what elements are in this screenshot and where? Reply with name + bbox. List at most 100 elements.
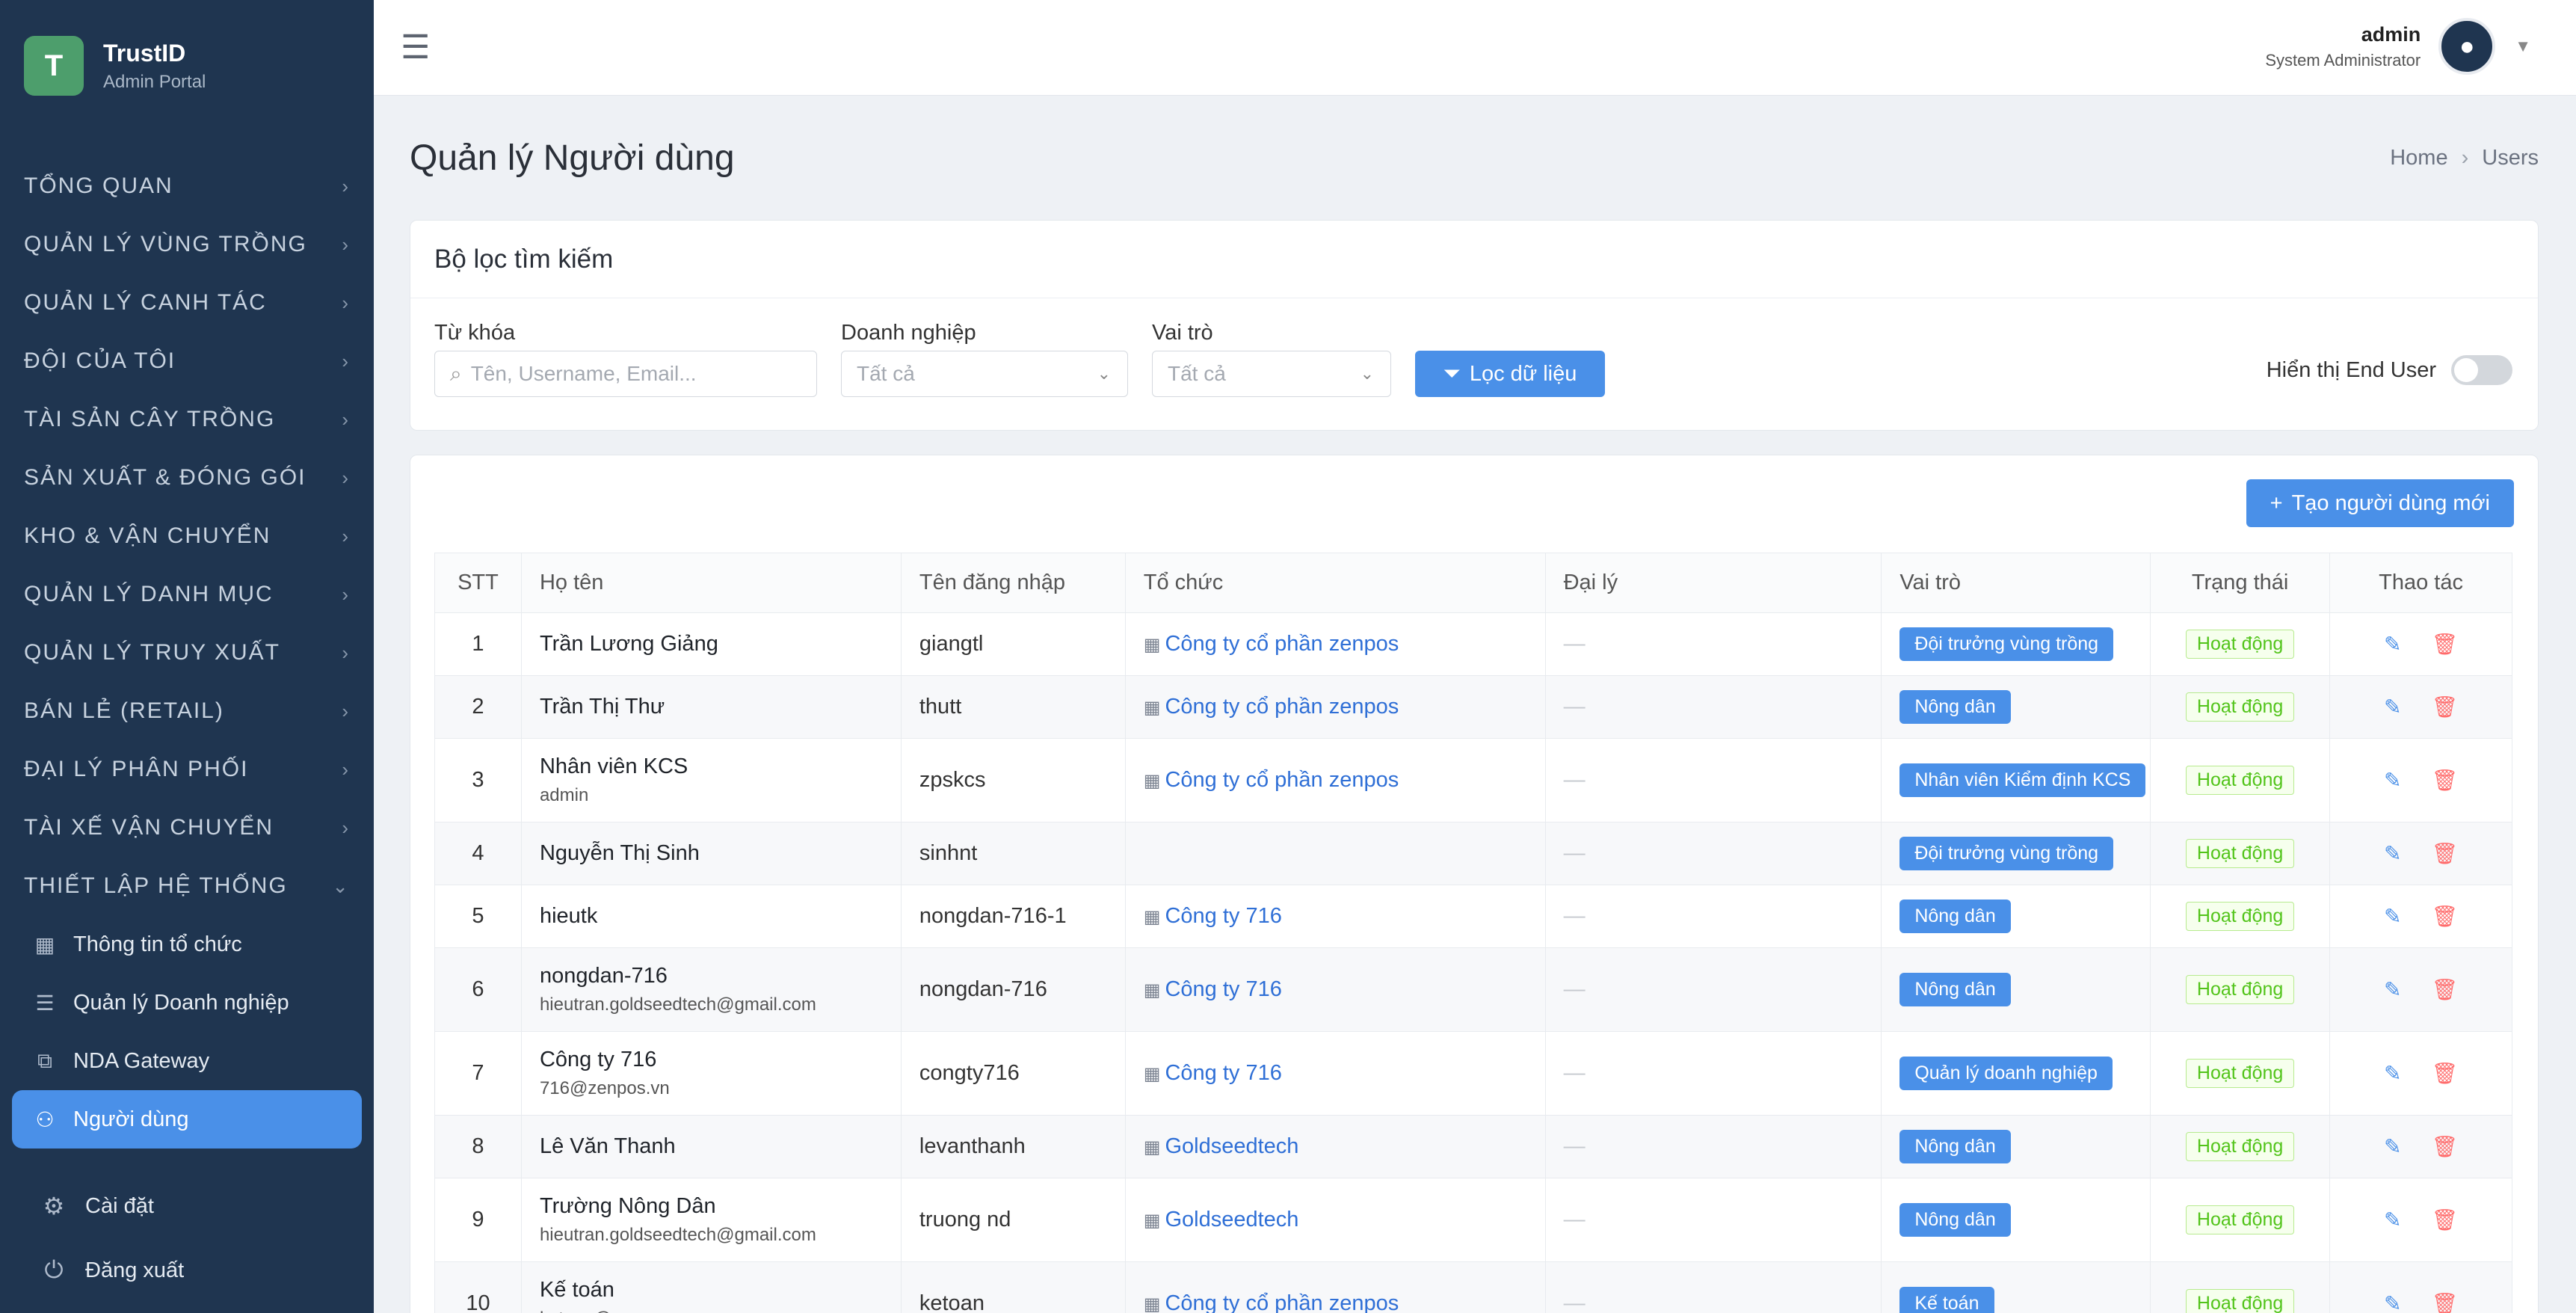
- nav-group-growing-area[interactable]: QUẢN LÝ VÙNG TRỒNG ›: [0, 215, 374, 274]
- brand[interactable]: T TrustID Admin Portal: [0, 0, 374, 132]
- edit-icon[interactable]: ✎: [2384, 633, 2401, 656]
- create-user-button[interactable]: + Tạo người dùng mới: [2246, 479, 2514, 527]
- edit-icon[interactable]: ✎: [2384, 1208, 2401, 1231]
- row-organization-link[interactable]: ▦ Công ty cổ phần zenpos: [1144, 695, 1399, 719]
- nav-group-cultivation[interactable]: QUẢN LÝ CANH TÁC ›: [0, 274, 374, 332]
- row-name-cell: Nhân viên KCS admin: [520, 738, 902, 822]
- row-role-cell: Nông dân: [1881, 1178, 2151, 1262]
- filter-icon: ⏷: [1443, 361, 1461, 386]
- avatar[interactable]: ●: [2438, 18, 2496, 75]
- edit-icon[interactable]: ✎: [2384, 978, 2401, 1001]
- sidebar-item-users[interactable]: ⚇ Người dùng: [12, 1090, 362, 1149]
- row-name-cell: Trường Nông Dân hieutran.goldseedtech@gma…: [520, 1178, 902, 1262]
- delete-icon[interactable]: 🗑: [2431, 633, 2458, 656]
- delete-icon[interactable]: 🗑: [2431, 769, 2458, 792]
- sidebar-item-nda-gateway[interactable]: ⧉ NDA Gateway: [0, 1032, 374, 1090]
- row-organization-link[interactable]: ▦ Goldseedtech: [1144, 1134, 1299, 1158]
- row-organization-cell: ▦ Công ty 716: [1124, 885, 1546, 948]
- edit-icon[interactable]: ✎: [2384, 695, 2401, 719]
- nav-group-distributor[interactable]: ĐẠI LÝ PHÂN PHỐI ›: [0, 740, 374, 799]
- row-status-cell: Hoạt động: [2150, 947, 2331, 1032]
- menu-toggle-icon[interactable]: ☰: [401, 28, 430, 67]
- row-organization-link[interactable]: ▦ Goldseedtech: [1144, 1208, 1299, 1231]
- nav-group-traceability[interactable]: QUẢN LÝ TRUY XUẤT ›: [0, 624, 374, 682]
- user-name: admin: [2361, 22, 2421, 46]
- edit-icon[interactable]: ✎: [2384, 769, 2401, 792]
- role-badge: Nông dân: [1899, 973, 2011, 1006]
- delete-icon[interactable]: 🗑: [2431, 842, 2458, 865]
- filter-button[interactable]: ⏷ Lọc dữ liệu: [1415, 351, 1605, 397]
- row-role-cell: Nông dân: [1881, 1115, 2151, 1178]
- company-label: Doanh nghiệp: [841, 321, 976, 345]
- row-name: Trần Thị Thư: [539, 695, 665, 719]
- role-badge: Nông dân: [1899, 690, 2011, 724]
- row-actions: ✎ 🗑: [2329, 1031, 2512, 1116]
- nav-group-system-settings[interactable]: THIẾT LẬP HỆ THỐNG ⌄: [0, 857, 374, 915]
- column-header-status[interactable]: Trạng thái: [2150, 553, 2331, 613]
- role-badge: Quản lý doanh nghiệp: [1899, 1057, 2113, 1090]
- delete-icon[interactable]: 🗑: [2431, 1135, 2458, 1158]
- row-name-cell: Nguyễn Thị Sinh: [520, 822, 902, 885]
- role-badge: Nông dân: [1899, 900, 2011, 933]
- delete-icon[interactable]: 🗑: [2431, 978, 2458, 1001]
- nav-group-my-team[interactable]: ĐỘI CỦA TÔI ›: [0, 332, 374, 390]
- company-select[interactable]: Tất cả ⌄: [841, 351, 1128, 397]
- settings-link[interactable]: ⚙ Cài đặt: [0, 1174, 374, 1238]
- edit-icon[interactable]: ✎: [2384, 1062, 2401, 1085]
- edit-icon[interactable]: ✎: [2384, 905, 2401, 928]
- nav-group-retail[interactable]: BÁN LẺ (RETAIL) ›: [0, 682, 374, 740]
- caret-down-icon[interactable]: ▼: [2515, 37, 2531, 56]
- status-badge: Hoạt động: [2185, 766, 2295, 795]
- row-name: Trần Lương Giảng: [539, 632, 718, 656]
- delete-icon[interactable]: 🗑: [2431, 1062, 2458, 1085]
- nav-group-crop-assets[interactable]: TÀI SẢN CÂY TRỒNG ›: [0, 390, 374, 449]
- table-row: 10 Kế toán ketoan@zenpos.vnketoan ▦Công ty …: [434, 1261, 2512, 1313]
- column-header-organization[interactable]: Tổ chức: [1124, 553, 1546, 613]
- edit-icon[interactable]: ✎: [2384, 1292, 2401, 1313]
- keyword-placeholder: Tên, Username, Email...: [470, 362, 697, 385]
- end-user-toggle[interactable]: [2451, 355, 2512, 385]
- delete-icon[interactable]: 🗑: [2431, 695, 2458, 719]
- row-organization-link[interactable]: ▦ Công ty 716: [1144, 1061, 1282, 1085]
- row-role-cell: Quản lý doanh nghiệp: [1881, 1031, 2151, 1116]
- search-icon: ⌕: [450, 361, 462, 385]
- nav-group-warehouse[interactable]: KHO & VẬN CHUYỂN ›: [0, 507, 374, 565]
- row-organization-link[interactable]: ▦ Công ty 716: [1144, 904, 1282, 928]
- row-stt: 6: [434, 947, 522, 1032]
- nav-group-driver[interactable]: TÀI XẾ VẬN CHUYỂN ›: [0, 799, 374, 857]
- nav-group-overview[interactable]: TỔNG QUAN ›: [0, 157, 374, 215]
- breadcrumb-home[interactable]: Home: [2390, 146, 2447, 170]
- column-header-username[interactable]: Tên đăng nhập: [900, 553, 1126, 613]
- row-organization-link[interactable]: ▦ Công ty cổ phần zenpos: [1144, 1291, 1399, 1313]
- edit-icon[interactable]: ✎: [2384, 842, 2401, 865]
- row-role-cell: Nông dân: [1881, 947, 2151, 1032]
- sidebar-item-enterprise-management[interactable]: ☰ Quản lý Doanh nghiệp: [0, 974, 374, 1032]
- delete-icon[interactable]: 🗑: [2431, 1208, 2458, 1231]
- table-row: 1 Trần Lương Giảng giangtl ▦ Công ty cổ phần…: [434, 612, 2512, 676]
- row-organization-link[interactable]: ▦ Công ty cổ phần zenpos: [1144, 632, 1399, 656]
- nav-group-catalog[interactable]: QUẢN LÝ DANH MỤC ›: [0, 565, 374, 624]
- column-header-role[interactable]: Vai trò: [1881, 553, 2151, 613]
- column-header-name[interactable]: Họ tên: [520, 553, 902, 613]
- row-status-cell: Hoạt động: [2150, 1031, 2331, 1116]
- gateway-icon: ⧉: [37, 1048, 52, 1072]
- role-select[interactable]: Tất cả ⌄: [1152, 351, 1391, 397]
- top-header: ☰ admin System Administrator ● ▼: [374, 0, 2576, 96]
- logout-link[interactable]: ⏻ Đăng xuất: [0, 1238, 374, 1303]
- delete-icon[interactable]: 🗑: [2431, 1292, 2458, 1313]
- table-row: 9 Trường Nông Dân hieutran.goldseedtech@gm…: [434, 1178, 2512, 1262]
- chevron-right-icon: ›: [342, 291, 350, 314]
- user-menu[interactable]: admin System Administrator ● ▼: [2265, 18, 2531, 75]
- nav-group-production[interactable]: SẢN XUẤT & ĐÓNG GÓI ›: [0, 449, 374, 507]
- status-badge: Hoạt động: [2185, 1205, 2295, 1234]
- sidebar-item-organization-info[interactable]: ▦ Thông tin tổ chức: [0, 915, 374, 974]
- row-username: thutt: [900, 675, 1126, 739]
- row-organization-link[interactable]: ▦ Công ty cổ phần zenpos: [1144, 768, 1399, 792]
- row-email: admin: [539, 785, 589, 805]
- end-user-label: Hiển thị End User: [2266, 357, 2436, 382]
- delete-icon[interactable]: 🗑: [2431, 905, 2458, 928]
- row-organization-link[interactable]: ▦ Công ty 716: [1144, 977, 1282, 1001]
- column-header-agent[interactable]: Đại lý: [1544, 553, 1882, 613]
- keyword-input[interactable]: ⌕ Tên, Username, Email...: [434, 351, 817, 397]
- edit-icon[interactable]: ✎: [2384, 1135, 2401, 1158]
